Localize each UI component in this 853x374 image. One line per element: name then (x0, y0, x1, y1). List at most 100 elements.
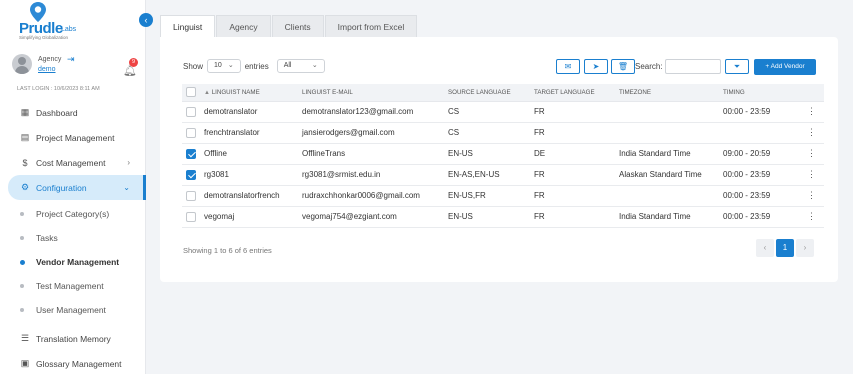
kebab-menu-icon[interactable]: ⋮ (807, 190, 816, 200)
bullet-icon (20, 284, 24, 288)
column-header-source-language[interactable]: SOURCE LANGUAGE (444, 84, 530, 102)
row-checkbox[interactable] (186, 169, 196, 180)
row-select-cell (182, 101, 200, 123)
target-language-cell: FR (530, 101, 615, 123)
timezone-cell (615, 185, 719, 207)
filter-icon: ⏷ (733, 62, 741, 71)
sidebar-item-glossary-management[interactable]: ▣ Glossary Management (0, 351, 146, 374)
tab-bar: Linguist Agency Clients Import from Exce… (160, 15, 418, 37)
sidebar-collapse-button[interactable]: ‹ (139, 13, 153, 27)
add-vendor-button[interactable]: + Add Vendor (754, 59, 816, 75)
sidebar-item-configuration[interactable]: ⚙ Configuration ⌄ (8, 175, 146, 200)
sidebar-item-translation-memory[interactable]: ☰ Translation Memory (0, 326, 146, 351)
gear-icon: ⚙ (20, 182, 30, 192)
source-language-cell: CS (444, 122, 530, 144)
sidebar-item-cost-management[interactable]: $ Cost Management › (0, 150, 146, 175)
row-actions-cell: ⋮ (799, 122, 824, 144)
kebab-menu-icon[interactable]: ⋮ (807, 211, 816, 221)
timezone-cell: Alaskan Standard Time (615, 164, 719, 186)
timing-cell: 00:00 - 23:59 (719, 185, 799, 207)
sidebar-subitem-vendor-management[interactable]: Vendor Management (0, 250, 146, 274)
kebab-menu-icon[interactable]: ⋮ (807, 127, 816, 137)
timing-cell: 00:00 - 23:59 (719, 101, 799, 123)
sidebar-subitem-tasks[interactable]: Tasks (0, 226, 146, 250)
row-actions-cell: ⋮ (799, 185, 824, 207)
search-input[interactable] (665, 59, 721, 74)
row-checkbox[interactable] (186, 148, 196, 159)
email-button[interactable]: ✉ (556, 59, 580, 74)
source-language-cell: CS (444, 101, 530, 123)
table-row[interactable]: vegomaj vegomaj754@ezgiant.com EN-US FR Indi… (182, 206, 824, 228)
table-row[interactable]: demotranslatorfrench rudraxchhonkar0006@g… (182, 185, 824, 207)
sidebar-subitem-user-management[interactable]: User Management (0, 298, 146, 322)
row-checkbox[interactable] (186, 106, 196, 117)
column-header-actions (799, 84, 824, 102)
location-pin-icon (30, 2, 46, 22)
next-page-button[interactable]: › (796, 239, 814, 257)
chevron-down-icon: ⌄ (123, 183, 130, 192)
brand-suffix: Labs (61, 26, 77, 33)
filter-button[interactable]: ⏷ (725, 59, 749, 74)
sidebar-nav: ▦ Dashboard ▤ Project Management $ Cost … (0, 100, 146, 374)
chevron-down-icon: ⌄ (311, 62, 318, 69)
column-header-target-language[interactable]: TARGET LANGUAGE (530, 84, 615, 102)
mail-icon: ✉ (564, 62, 572, 71)
linguist-name-cell: rg3081 (200, 164, 298, 186)
tab-clients[interactable]: Clients (271, 15, 324, 37)
tab-agency[interactable]: Agency (216, 15, 271, 37)
timing-cell (719, 122, 799, 144)
column-header-timing[interactable]: TIMING (719, 84, 799, 102)
column-header-name[interactable]: ▲ LINGUIST NAME (200, 84, 298, 102)
linguist-email-cell: vegomaj754@ezgiant.com (298, 206, 444, 228)
status-filter-select[interactable]: All ⌄ (276, 59, 325, 73)
select-all-checkbox[interactable] (186, 87, 196, 98)
book-icon: ▣ (20, 358, 30, 368)
tab-import-from-excel[interactable]: Import from Excel (324, 15, 418, 37)
timing-cell: 00:00 - 23:59 (719, 206, 799, 228)
sidebar-subitem-label: Project Category(s) (36, 209, 110, 219)
kebab-menu-icon[interactable]: ⋮ (807, 106, 816, 116)
switch-account-icon[interactable]: ⇥ (67, 54, 75, 65)
row-checkbox[interactable] (186, 211, 196, 222)
kebab-menu-icon[interactable]: ⋮ (807, 148, 816, 158)
table-row[interactable]: frenchtranslator jansierodgers@gmail.com C… (182, 122, 824, 144)
chevron-right-icon: › (803, 243, 807, 252)
last-login: LAST LOGIN : 10/6/2023 8:11 AM (17, 86, 100, 92)
page-1-button[interactable]: 1 (776, 239, 794, 257)
linguist-email-cell: demotranslator123@gmail.com (298, 101, 444, 123)
sidebar-item-project-management[interactable]: ▤ Project Management (0, 125, 146, 150)
table-row[interactable]: rg3081 rg3081@srmist.edu.in EN-AS,EN-US FR A… (182, 164, 824, 186)
user-name-link[interactable]: demo (38, 66, 56, 73)
column-header-email[interactable]: LINGUIST E-MAIL (298, 84, 444, 102)
tab-linguist[interactable]: Linguist (160, 15, 216, 37)
select-all-cell (182, 84, 200, 102)
column-header-timezone[interactable]: TIMEZONE (615, 84, 719, 102)
kebab-menu-icon[interactable]: ⋮ (807, 169, 816, 179)
linguist-email-cell: jansierodgers@gmail.com (298, 122, 444, 144)
row-checkbox[interactable] (186, 127, 196, 138)
avatar[interactable] (12, 54, 32, 74)
timing-cell: 00:00 - 23:59 (719, 164, 799, 186)
prev-page-button[interactable]: ‹ (756, 239, 774, 257)
sidebar-item-label: Dashboard (36, 107, 78, 118)
dollar-icon: $ (22, 157, 28, 168)
source-language-cell: EN-AS,EN-US (444, 164, 530, 186)
table-row[interactable]: demotranslator demotranslator123@gmail.co… (182, 101, 824, 123)
page-size-value: 10 (214, 62, 222, 69)
show-label: Show (183, 61, 204, 71)
sidebar-item-label: Glossary Management (36, 358, 122, 369)
sidebar-item-dashboard[interactable]: ▦ Dashboard (0, 100, 146, 125)
send-button[interactable]: ➤ (584, 59, 608, 74)
timing-cell: 09:00 - 20:59 (719, 143, 799, 165)
page-size-select[interactable]: 10 ⌄ (207, 59, 241, 73)
brand-logo[interactable]: Prudle Labs Simplifying Globalization (16, 2, 86, 42)
linguist-name-cell: demotranslator (200, 101, 298, 123)
table-row[interactable]: Offline OfflineTrans EN-US DE India Standard… (182, 143, 824, 165)
row-checkbox[interactable] (186, 190, 196, 201)
sidebar-subitem-test-management[interactable]: Test Management (0, 274, 146, 298)
delete-button[interactable]: 🗑︎ (611, 59, 635, 74)
trash-icon: 🗑︎ (617, 62, 629, 71)
bullet-icon (20, 259, 25, 265)
row-select-cell (182, 185, 200, 207)
sidebar-subitem-project-category[interactable]: Project Category(s) (0, 202, 146, 226)
